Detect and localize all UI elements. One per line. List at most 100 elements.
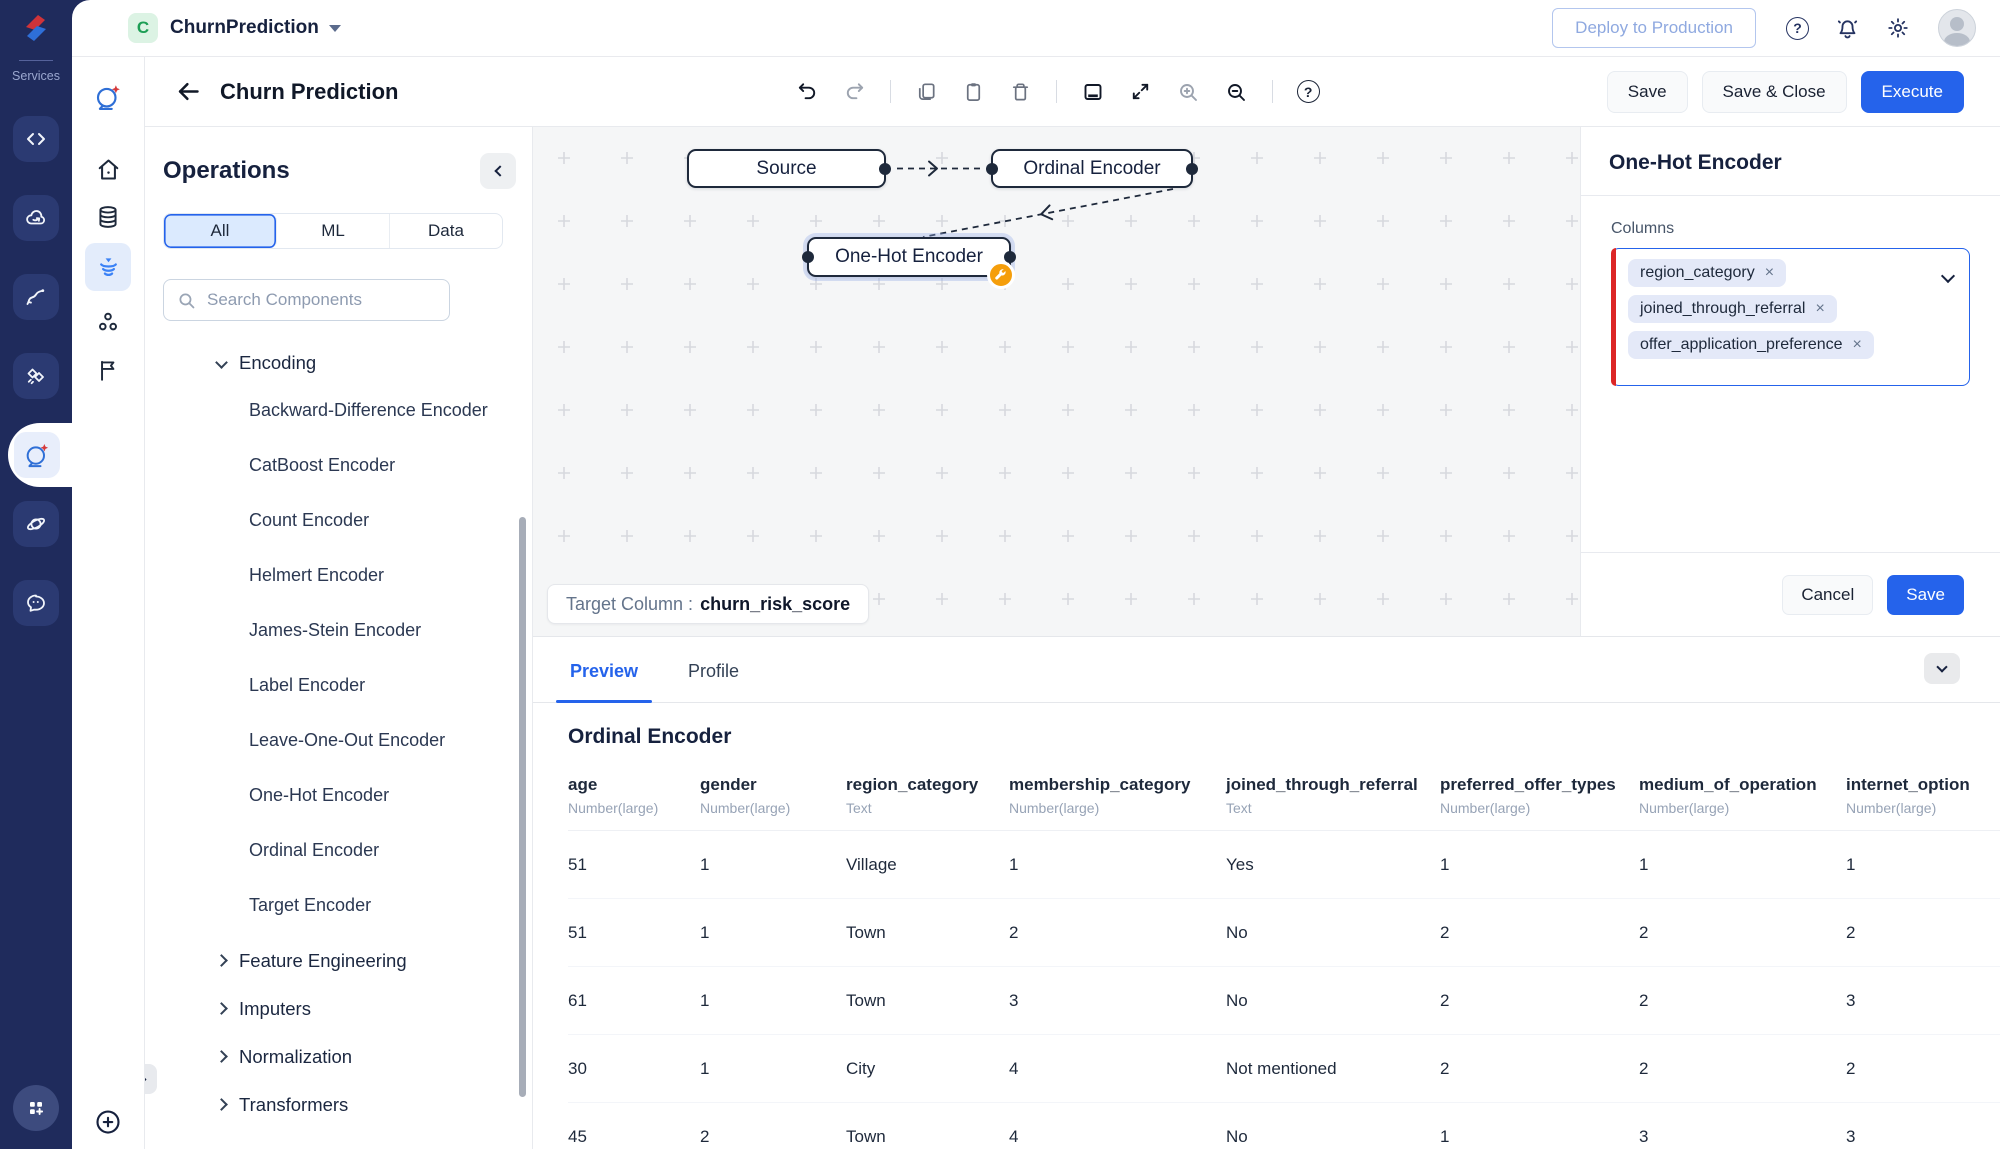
sidebar-item-route-service[interactable] (13, 274, 59, 320)
columns-multiselect[interactable]: region_category × joined_through_referra… (1611, 248, 1970, 386)
delete-trash-icon[interactable] (1009, 80, 1032, 103)
selected-column-chip: joined_through_referral × (1628, 295, 1837, 323)
remove-chip-icon[interactable]: × (1815, 301, 1824, 317)
component-item[interactable]: James-Stein Encoder (163, 617, 532, 644)
sidebar-item-chat-service[interactable] (13, 580, 59, 626)
operations-scrollbar[interactable] (519, 517, 526, 1097)
section-transformers[interactable]: Transformers (163, 1091, 532, 1118)
paste-clipboard-icon[interactable] (962, 80, 985, 103)
rail-item-datasets[interactable] (88, 197, 128, 237)
undo-icon[interactable] (796, 80, 819, 103)
tab-profile[interactable]: Profile (686, 661, 741, 702)
table-row: 51 1 Town 2 No 2 2 2 (568, 899, 2000, 967)
code-icon (24, 127, 48, 151)
component-search[interactable] (163, 279, 450, 321)
settings-gear-icon[interactable] (1886, 16, 1910, 40)
component-item[interactable]: Helmert Encoder (163, 562, 532, 589)
cloud-arrow-icon (24, 206, 48, 230)
workspace-dropdown-caret[interactable] (328, 24, 341, 32)
page-title: Churn Prediction (220, 78, 399, 104)
expand-panel-toggle[interactable] (145, 1064, 157, 1094)
execute-button[interactable]: Execute (1860, 70, 1964, 113)
tab-ml[interactable]: ML (277, 214, 390, 248)
home-icon (95, 156, 122, 183)
route-icon (24, 285, 48, 309)
input-port[interactable] (986, 162, 998, 175)
collapse-preview-button[interactable] (1924, 653, 1960, 684)
config-save-button[interactable]: Save (1887, 574, 1964, 615)
add-new-button[interactable] (93, 1107, 123, 1137)
chevron-right-icon (215, 1098, 228, 1111)
table-row: 61 1 Town 3 No 2 2 3 (568, 967, 2000, 1035)
chevron-right-icon (215, 1050, 228, 1063)
tab-all[interactable]: All (164, 214, 277, 248)
output-port[interactable] (1186, 162, 1198, 175)
section-feature-engineering[interactable]: Feature Engineering (163, 947, 532, 974)
copy-icon[interactable] (915, 80, 938, 103)
target-column-chip: Target Column : churn_risk_score (547, 584, 870, 624)
column-header: medium_of_operation Number(large) (1639, 775, 1817, 816)
collapse-operations-button[interactable] (480, 153, 516, 189)
tab-preview[interactable]: Preview (555, 661, 653, 703)
section-normalization[interactable]: Normalization (163, 1043, 532, 1070)
toolbar-help-icon[interactable]: ? (1296, 80, 1320, 103)
node-ordinal-encoder[interactable]: Ordinal Encoder (986, 149, 1198, 188)
bottom-panel-icon[interactable] (1081, 80, 1105, 104)
notifications-bell-icon[interactable] (1835, 16, 1860, 41)
input-port[interactable] (802, 251, 814, 263)
component-item[interactable]: Count Encoder (163, 507, 532, 534)
wrench-icon (995, 269, 1006, 280)
zoom-out-icon[interactable] (1224, 80, 1248, 104)
column-header: age Number(large) (568, 775, 659, 816)
services-sidebar: Services (0, 0, 73, 1149)
remove-chip-icon[interactable]: × (1765, 265, 1774, 281)
user-avatar[interactable] (1938, 9, 1976, 47)
redo-icon[interactable] (843, 80, 866, 103)
handshake-icon (24, 364, 48, 388)
node-source[interactable]: Source (687, 149, 891, 188)
save-button[interactable]: Save (1606, 70, 1688, 113)
fullscreen-expand-icon[interactable] (1129, 80, 1152, 103)
selected-column-chip: offer_application_preference × (1628, 331, 1874, 359)
component-item[interactable]: Ordinal Encoder (163, 837, 532, 864)
crystal-ball-icon (93, 82, 123, 112)
save-and-close-button[interactable]: Save & Close (1701, 70, 1847, 113)
component-item[interactable]: Backward-Difference Encoder (163, 397, 532, 424)
component-item[interactable]: One-Hot Encoder (163, 782, 532, 809)
column-header: region_category Text (846, 775, 979, 816)
section-imputers[interactable]: Imputers (163, 995, 532, 1022)
node-one-hot-encoder[interactable]: One-Hot Encoder (802, 237, 1016, 289)
tab-data[interactable]: Data (390, 214, 502, 248)
sidebar-item-rings-service[interactable] (13, 501, 59, 547)
help-icon[interactable]: ? (1786, 16, 1809, 40)
component-item[interactable]: CatBoost Encoder (163, 452, 532, 479)
zoom-in-icon[interactable] (1176, 80, 1200, 104)
rail-item-home[interactable] (88, 149, 128, 189)
rail-item-pipelines-active[interactable] (85, 243, 131, 291)
rail-item-flags[interactable] (88, 350, 128, 390)
section-encoding[interactable]: Encoding (163, 349, 532, 376)
workspace-name[interactable]: ChurnPrediction (170, 17, 319, 39)
configure-wrench-badge[interactable] (987, 261, 1015, 289)
rail-item-ml-app[interactable] (88, 77, 128, 117)
toolbar-divider (1055, 80, 1057, 103)
toolbar-divider (889, 80, 891, 103)
chevron-down-icon[interactable] (1940, 268, 1956, 284)
back-button[interactable] (175, 78, 202, 105)
component-item[interactable]: Target Encoder (163, 892, 532, 919)
column-header: membership_category Number(large) (1009, 775, 1191, 816)
sidebar-item-integration-service[interactable] (13, 353, 59, 399)
component-item[interactable]: Label Encoder (163, 672, 532, 699)
component-item[interactable]: Leave-One-Out Encoder (163, 727, 532, 754)
sidebar-item-code-service[interactable] (13, 116, 59, 162)
pipeline-canvas[interactable]: Source Ordinal Encoder One-Hot Encoder T… (533, 127, 1580, 637)
apps-grid-button[interactable] (13, 1085, 59, 1131)
deploy-to-production-button[interactable]: Deploy to Production (1552, 8, 1756, 48)
sidebar-item-cloud-service[interactable] (13, 195, 59, 241)
search-input[interactable] (207, 290, 437, 310)
cancel-button[interactable]: Cancel (1782, 574, 1874, 615)
output-port[interactable] (879, 162, 891, 175)
rail-item-clusters[interactable] (88, 302, 128, 342)
sidebar-item-ml-service-active[interactable] (0, 423, 73, 487)
remove-chip-icon[interactable]: × (1853, 337, 1862, 353)
